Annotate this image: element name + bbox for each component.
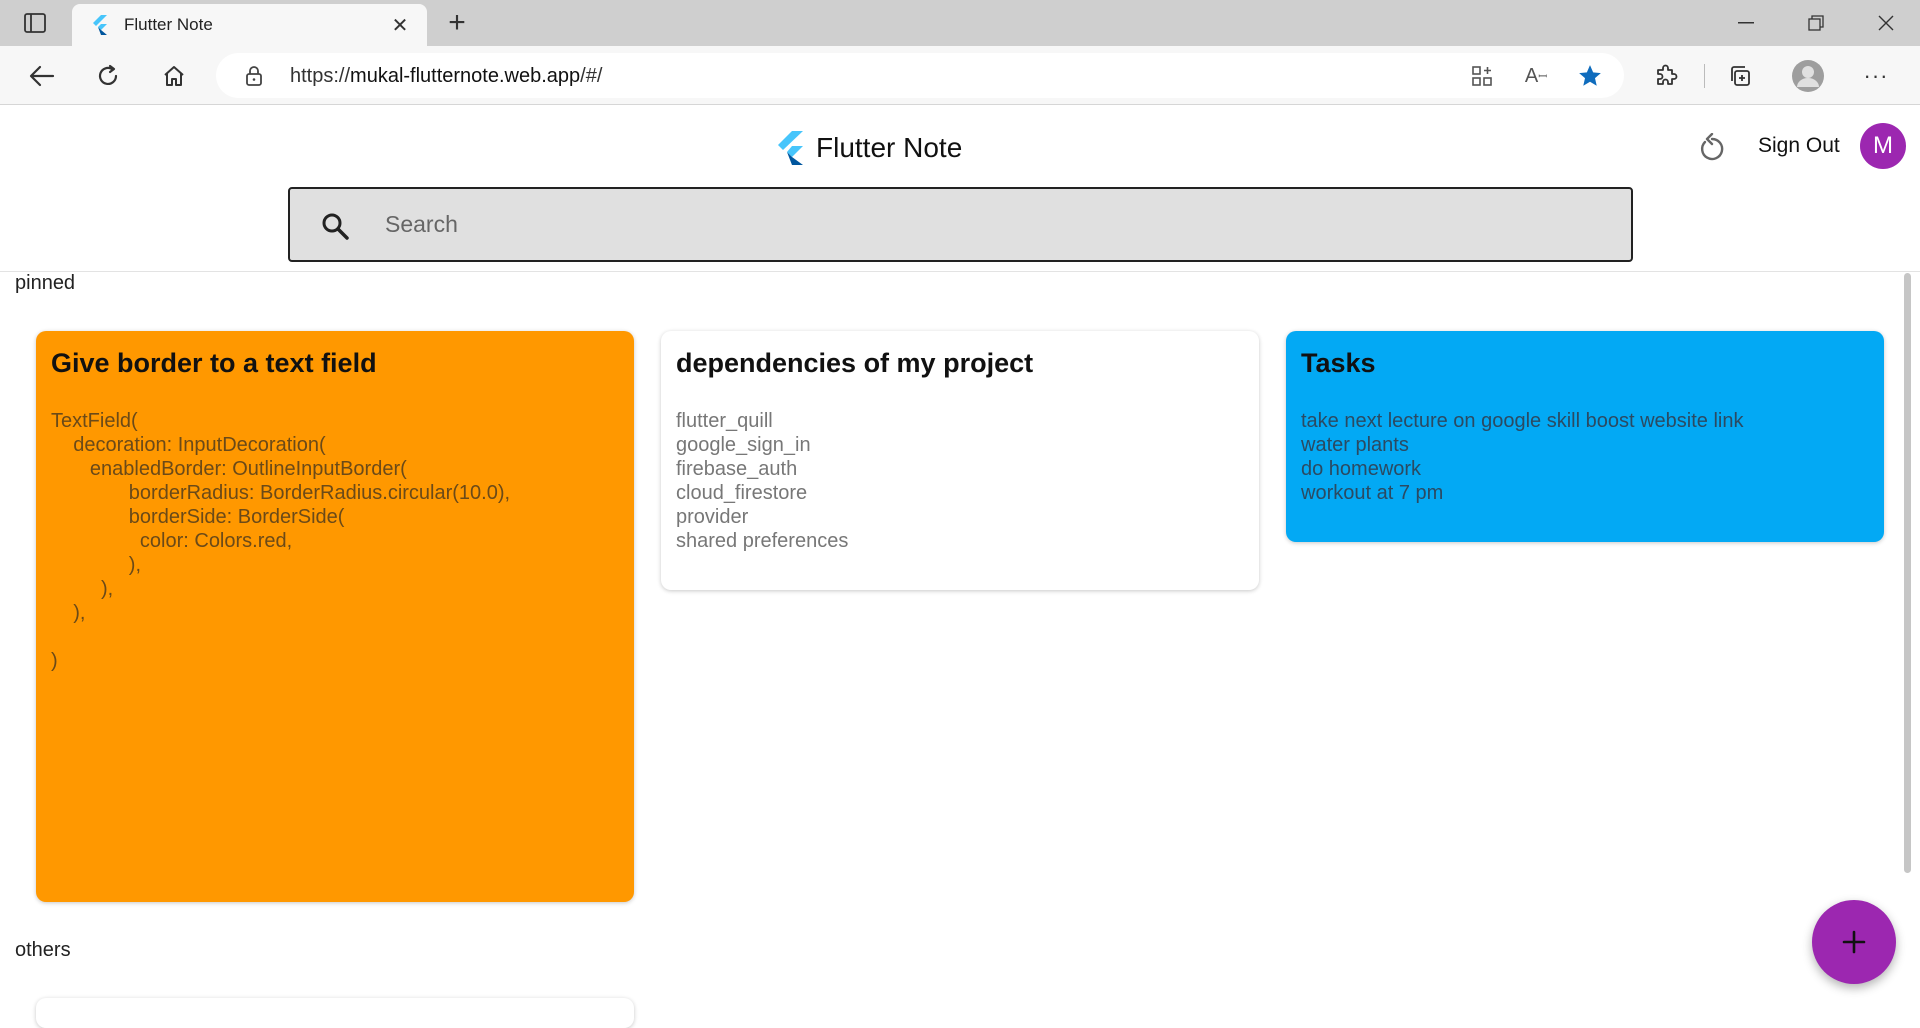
address-bar[interactable]: https://mukal-flutternote.web.app/#/ Aꟷ — [216, 53, 1624, 98]
profile-icon[interactable] — [1788, 56, 1828, 96]
app-title: Flutter Note — [816, 132, 963, 163]
tab-close-icon[interactable]: ✕ — [387, 12, 413, 38]
avatar[interactable]: M — [1860, 123, 1906, 169]
note-card[interactable]: Tasks take next lecture on google skill … — [1286, 331, 1884, 542]
lock-icon[interactable] — [242, 64, 266, 88]
flutter-logo-icon — [778, 131, 803, 165]
pinned-section-label: pinned — [15, 272, 76, 294]
url-path: /#/ — [580, 65, 603, 87]
note-body: TextField( decoration: InputDecoration( … — [51, 410, 511, 673]
extensions-icon[interactable] — [1646, 56, 1686, 96]
app-available-icon[interactable] — [1468, 62, 1496, 90]
others-section-label: others — [15, 939, 71, 961]
search-icon — [322, 213, 349, 240]
restore-icon[interactable] — [1782, 0, 1850, 46]
tab-actions-icon[interactable] — [18, 10, 52, 36]
flutter-favicon-icon — [90, 15, 110, 35]
home-icon[interactable] — [154, 56, 194, 96]
tab-title: Flutter Note — [124, 15, 213, 34]
note-title: Tasks — [1301, 348, 1376, 378]
note-title: Give border to a text field — [51, 348, 377, 378]
window-close-icon[interactable] — [1852, 0, 1920, 46]
add-note-button[interactable] — [1812, 900, 1896, 984]
note-card[interactable] — [36, 998, 634, 1028]
search-bar[interactable] — [288, 187, 1633, 262]
brand: Flutter Note — [776, 128, 962, 168]
url-host: mukal-flutternote.web.app — [350, 65, 581, 87]
reload-icon[interactable] — [88, 56, 128, 96]
note-title: dependencies of my project — [676, 348, 1034, 378]
more-options-icon[interactable]: ··· — [1856, 56, 1896, 96]
app-bar: Flutter Note Sign Out M — [0, 106, 1920, 272]
back-icon[interactable] — [22, 56, 62, 96]
note-card[interactable]: Give border to a text field TextField( d… — [36, 331, 634, 902]
read-aloud-icon[interactable]: Aꟷ — [1522, 62, 1550, 90]
collections-icon[interactable] — [1720, 56, 1760, 96]
url-text[interactable]: https://mukal-flutternote.web.app/#/ — [290, 65, 602, 88]
note-card[interactable]: dependencies of my project flutter_quill… — [661, 331, 1259, 590]
favorite-star-icon[interactable] — [1576, 62, 1604, 90]
browser-tab[interactable]: Flutter Note ✕ — [72, 4, 427, 46]
minimize-icon[interactable] — [1712, 0, 1780, 46]
refresh-icon[interactable] — [1692, 128, 1732, 168]
browser-toolbar: https://mukal-flutternote.web.app/#/ Aꟷ … — [0, 46, 1920, 105]
browser-tab-strip: Flutter Note ✕ + — [0, 0, 1920, 46]
note-body: take next lecture on google skill boost … — [1301, 410, 1744, 505]
scrollbar[interactable] — [1904, 273, 1911, 873]
plus-icon — [1842, 930, 1866, 954]
new-tab-icon[interactable]: + — [440, 6, 474, 39]
toolbar-divider — [1704, 64, 1705, 88]
note-body: flutter_quill google_sign_in firebase_au… — [676, 410, 849, 553]
search-input[interactable] — [385, 189, 1585, 260]
url-prefix: https:// — [290, 65, 351, 87]
sign-out-button[interactable]: Sign Out — [1758, 134, 1840, 158]
